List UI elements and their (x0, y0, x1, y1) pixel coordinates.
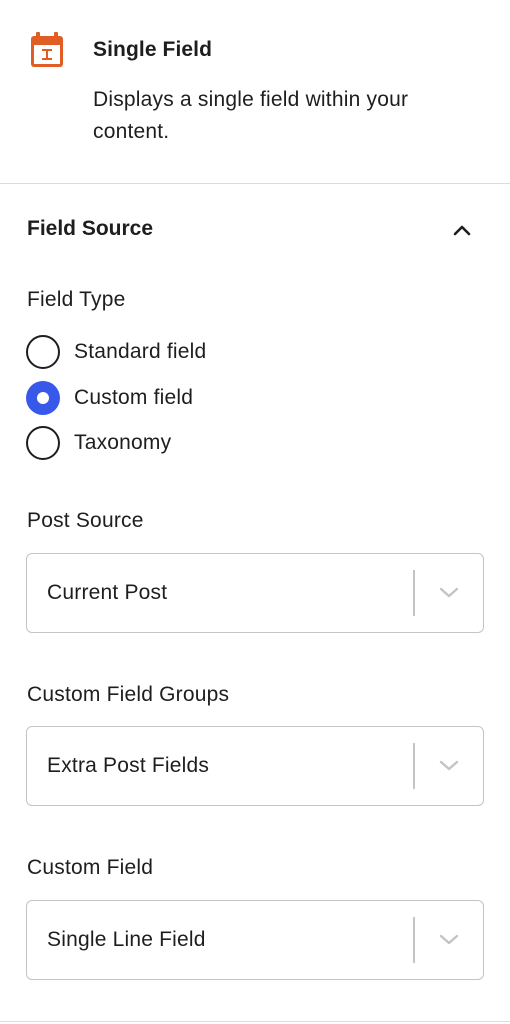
field-source-panel-toggle[interactable]: Field Source (0, 200, 510, 260)
block-title: Single Field (93, 38, 213, 61)
radio-taxonomy[interactable]: Taxonomy (26, 426, 326, 464)
radio-label[interactable]: Standard field (74, 340, 206, 364)
custom-field-groups-select[interactable]: Extra Post Fields (26, 726, 484, 806)
custom-field-label: Custom Field (27, 856, 154, 879)
select-separator (413, 743, 415, 789)
calendar-field-icon (31, 32, 63, 67)
post-source-label: Post Source (27, 509, 144, 532)
block-card: Single Field Displays a single field wit… (0, 0, 510, 184)
radio-standard-field[interactable]: Standard field (26, 335, 326, 373)
radio-label[interactable]: Custom field (74, 386, 193, 410)
select-separator (413, 570, 415, 616)
field-type-label: Field Type (27, 288, 126, 311)
select-value: Single Line Field (47, 928, 206, 951)
select-separator (413, 917, 415, 963)
radio-label[interactable]: Taxonomy (74, 431, 171, 455)
chevron-down-icon[interactable] (437, 930, 461, 950)
panel-title: Field Source (27, 217, 154, 240)
divider (0, 183, 510, 184)
radio-button[interactable] (26, 335, 60, 369)
radio-button[interactable] (26, 426, 60, 460)
custom-field-groups-label: Custom Field Groups (27, 683, 230, 706)
radio-custom-field[interactable]: Custom field (26, 381, 326, 419)
select-value: Current Post (47, 581, 168, 604)
custom-field-select[interactable]: Single Line Field (26, 900, 484, 980)
divider (0, 1021, 510, 1022)
chevron-up-icon[interactable] (448, 216, 476, 244)
block-description: Displays a single field within your cont… (93, 88, 409, 143)
radio-button-checked[interactable] (26, 381, 60, 415)
post-source-select[interactable]: Current Post (26, 553, 484, 633)
select-value: Extra Post Fields (47, 754, 210, 777)
chevron-down-icon[interactable] (437, 583, 461, 603)
chevron-down-icon[interactable] (437, 756, 461, 776)
